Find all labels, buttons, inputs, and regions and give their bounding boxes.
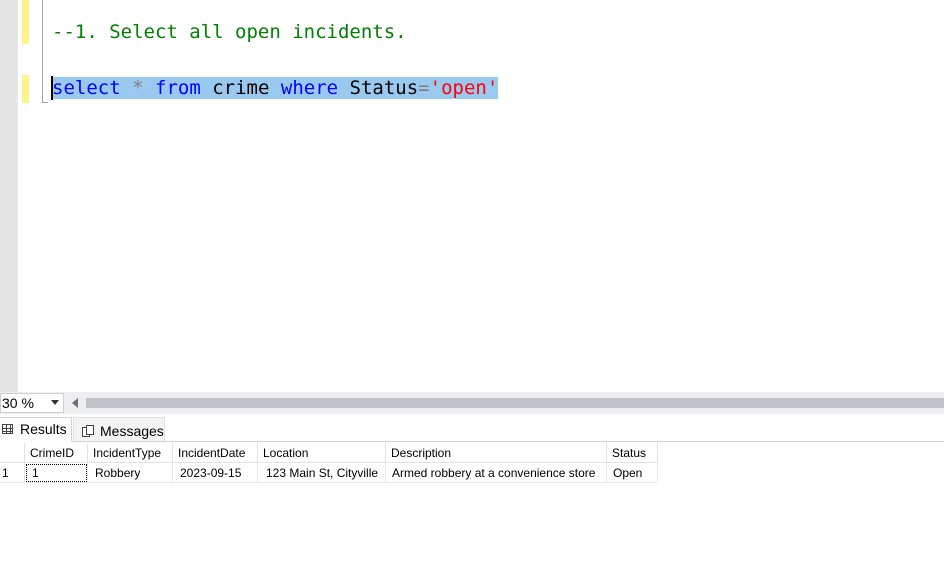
column-header[interactable]: Location [257, 443, 386, 463]
editor-gutter [0, 0, 18, 392]
chevron-down-icon[interactable] [51, 400, 59, 405]
tabs-divider [0, 441, 944, 442]
grid-icon [2, 424, 13, 434]
operator-equals: = [418, 77, 430, 99]
column-header[interactable]: Status [606, 443, 658, 463]
change-bar [22, 0, 29, 44]
table-row[interactable]: 1 1 Robbery 2023-09-15 123 Main St, City… [0, 462, 658, 483]
table-name: crime [212, 77, 270, 99]
cell-incidenttype[interactable]: Robbery [87, 462, 173, 483]
zoom-scroll-bar: 30 % [0, 392, 944, 414]
horizontal-scrollbar-thumb[interactable] [86, 398, 944, 408]
column-header[interactable]: IncidentType [87, 443, 173, 463]
keyword-select: select [52, 77, 121, 99]
selected-text: select * from crime where Status='open' [52, 77, 499, 99]
cell-incidentdate[interactable]: 2023-09-15 [172, 462, 258, 483]
outline-tick [42, 102, 48, 103]
results-tabs: Results Messages [0, 414, 944, 442]
messages-icon [82, 425, 94, 437]
query-line[interactable]: select * from crime where Status='open' [52, 75, 499, 101]
row-number-header[interactable] [0, 443, 25, 463]
change-bar [22, 75, 29, 103]
cell-description[interactable]: Armed robbery at a convenience store [385, 462, 607, 483]
scroll-left-arrow-icon[interactable] [72, 398, 78, 408]
cell-location[interactable]: 123 Main St, Cityville [257, 462, 386, 483]
tab-messages-label: Messages [100, 423, 164, 439]
string-literal: 'open' [429, 77, 499, 99]
outline-line [42, 0, 43, 103]
column-name: Status [349, 77, 419, 99]
column-header[interactable]: IncidentDate [172, 443, 258, 463]
tab-results-label: Results [20, 421, 67, 437]
column-header[interactable]: CrimeID [24, 443, 88, 463]
cell-status[interactable]: Open [606, 462, 658, 483]
text-caret [51, 76, 53, 100]
cell-crimeid[interactable]: 1 [24, 462, 88, 483]
header-row: CrimeID IncidentType IncidentDate Locati… [0, 443, 658, 463]
tab-messages[interactable]: Messages [73, 417, 165, 442]
results-table: CrimeID IncidentType IncidentDate Locati… [0, 443, 658, 483]
tab-results[interactable]: Results [0, 417, 72, 442]
operator-star: * [132, 77, 144, 99]
row-number[interactable]: 1 [0, 462, 25, 483]
zoom-value: 30 % [2, 395, 34, 411]
keyword-where: where [280, 77, 339, 99]
query-editor[interactable]: --1. Select all open incidents. select *… [0, 0, 944, 392]
column-header[interactable]: Description [385, 443, 607, 463]
results-grid[interactable]: CrimeID IncidentType IncidentDate Locati… [0, 443, 658, 483]
keyword-from: from [155, 77, 201, 99]
comment-line[interactable]: --1. Select all open incidents. [52, 19, 407, 45]
zoom-dropdown[interactable]: 30 % [0, 393, 64, 413]
